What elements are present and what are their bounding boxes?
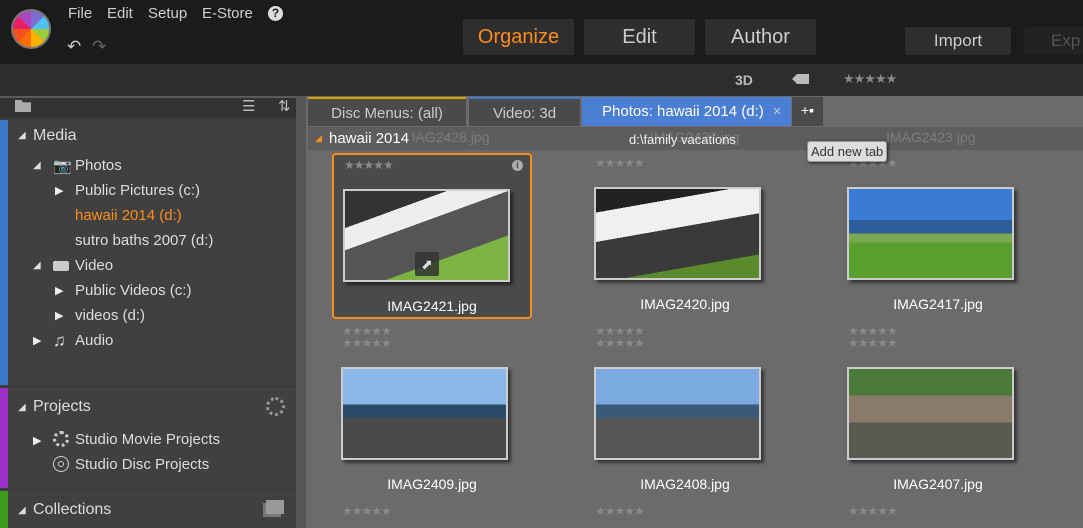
collapse-icon[interactable]: ◢ — [33, 260, 41, 271]
tree-public-videos[interactable]: Public Videos (c:) — [75, 282, 191, 299]
photo-filename: IMAG2420.jpg — [640, 296, 730, 312]
add-project-icon[interactable] — [266, 397, 285, 416]
collapse-icon[interactable]: ◢ — [18, 402, 26, 413]
menu-edit[interactable]: Edit — [107, 5, 133, 22]
photo-item[interactable]: ★★★★★ IMAG2408.jpg — [585, 333, 785, 499]
add-collection-icon[interactable] — [266, 500, 284, 514]
group-title[interactable]: hawaii 2014 — [329, 130, 413, 147]
open-external-icon[interactable]: ⬈ — [415, 252, 439, 276]
ghost-filename: IMAG2428.jpg — [400, 129, 490, 145]
rating-stars[interactable]: ★★★★★ — [848, 504, 898, 518]
projects-stripe — [0, 388, 8, 488]
expand-icon[interactable]: ▶ — [33, 334, 41, 347]
rating-stars[interactable]: ★★★★★ — [848, 336, 898, 350]
photo-thumbnail[interactable] — [847, 367, 1014, 460]
ghost-filename: IMAG2423.jpg — [886, 129, 976, 145]
tab-disc-menus[interactable]: Disc Menus: (all) — [308, 97, 466, 126]
tree-hawaii-2014[interactable]: hawaii 2014 (d:) — [75, 207, 182, 224]
photo-item[interactable]: ★★★★★ IMAG2407.jpg — [838, 333, 1038, 499]
tab-label: Photos: hawaii 2014 (d:) — [602, 103, 764, 120]
help-icon[interactable]: ? — [268, 6, 283, 21]
tab-photos-hawaii[interactable]: Photos: hawaii 2014 (d:) × — [582, 97, 791, 126]
photo-item[interactable]: ★★★★★ IMAG2420.jpg — [585, 153, 785, 319]
projects-header[interactable]: Projects — [33, 398, 91, 416]
camera-icon: 📷 — [53, 158, 72, 175]
menu-setup[interactable]: Setup — [148, 5, 187, 22]
tab-organize[interactable]: Organize — [463, 19, 574, 55]
library-header — [0, 96, 305, 118]
rating-filter[interactable]: ★★★★★ — [843, 71, 897, 87]
rating-stars[interactable]: ★★★★★ — [595, 156, 645, 170]
photo-filename: IMAG2417.jpg — [893, 296, 983, 312]
import-button[interactable]: Import — [905, 27, 1011, 55]
tree-audio[interactable]: Audio — [75, 332, 113, 349]
collapse-icon[interactable]: ◢ — [18, 505, 26, 516]
rating-stars[interactable]: ★★★★★ — [344, 158, 394, 172]
panel-splitter[interactable] — [296, 96, 306, 528]
photo-item[interactable]: ★★★★★ i ⬈ IMAG2421.jpg — [332, 153, 532, 319]
photo-filename: IMAG2421.jpg — [387, 298, 477, 314]
photo-thumbnail[interactable] — [847, 187, 1014, 280]
filter-toolbar — [0, 64, 1083, 96]
tree-studio-movie-projects[interactable]: Studio Movie Projects — [75, 431, 220, 448]
photo-item[interactable]: ★★★★★ IMAG2417.jpg — [838, 153, 1038, 319]
film-reel-icon — [53, 431, 69, 447]
photo-filename: IMAG2408.jpg — [640, 476, 730, 492]
photo-thumbnail[interactable] — [594, 187, 761, 280]
add-tab-button[interactable]: +▪ — [792, 97, 823, 126]
rating-stars[interactable]: ★★★★★ — [595, 504, 645, 518]
tree-sutro-baths[interactable]: sutro baths 2007 (d:) — [75, 232, 213, 249]
expand-icon[interactable]: ▶ — [55, 309, 63, 322]
media-section — [0, 120, 296, 385]
app-logo[interactable] — [11, 9, 51, 49]
photo-filename: IMAG2409.jpg — [387, 476, 477, 492]
tree-videos[interactable]: videos (d:) — [75, 307, 145, 324]
expand-icon[interactable]: ▶ — [55, 184, 63, 197]
tab-close-icon[interactable]: × — [773, 103, 782, 120]
photo-filename: IMAG2407.jpg — [893, 476, 983, 492]
photo-item[interactable]: ★★★★★ IMAG2409.jpg — [332, 333, 532, 499]
add-tab-tooltip: Add new tab — [807, 141, 888, 162]
photo-thumbnail[interactable] — [594, 367, 761, 460]
menu-estore[interactable]: E-Store — [202, 5, 253, 22]
group-collapse-icon[interactable]: ◢ — [315, 133, 322, 144]
tree-public-pictures[interactable]: Public Pictures (c:) — [75, 182, 200, 199]
collections-header[interactable]: Collections — [33, 501, 111, 519]
group-path: d:\family vacations — [629, 132, 736, 147]
menu-file[interactable]: File — [68, 5, 92, 22]
redo-icon[interactable]: ↷ — [92, 37, 106, 57]
sort-icon[interactable]: ⇅ — [278, 97, 291, 115]
collections-stripe — [0, 491, 8, 528]
rating-stars[interactable]: ★★★★★ — [342, 504, 392, 518]
rating-stars[interactable]: ★★★★★ — [595, 336, 645, 350]
tab-author[interactable]: Author — [705, 19, 816, 55]
disc-icon — [53, 456, 69, 472]
undo-icon[interactable]: ↶ — [67, 37, 81, 57]
collapse-icon[interactable]: ◢ — [18, 130, 26, 141]
photo-thumbnail[interactable] — [341, 367, 508, 460]
media-stripe — [0, 120, 8, 385]
expand-icon[interactable]: ▶ — [33, 434, 41, 447]
view-list-icon[interactable]: ☰ — [242, 97, 255, 115]
tab-edit[interactable]: Edit — [584, 19, 695, 55]
tab-video-3d[interactable]: Video: 3d — [469, 97, 580, 126]
rating-stars[interactable]: ★★★★★ — [342, 336, 392, 350]
tree-video[interactable]: Video — [75, 257, 113, 274]
export-button[interactable]: Exp — [1024, 27, 1083, 55]
music-note-icon: ♫ — [53, 331, 66, 350]
tree-photos[interactable]: Photos — [75, 157, 122, 174]
3d-filter[interactable]: 3D — [735, 72, 753, 88]
media-header[interactable]: Media — [33, 127, 77, 145]
video-camera-icon — [53, 261, 69, 271]
tree-studio-disc-projects[interactable]: Studio Disc Projects — [75, 456, 209, 473]
info-icon[interactable]: i — [512, 160, 523, 171]
expand-icon[interactable]: ▶ — [55, 284, 63, 297]
collapse-icon[interactable]: ◢ — [33, 160, 41, 171]
